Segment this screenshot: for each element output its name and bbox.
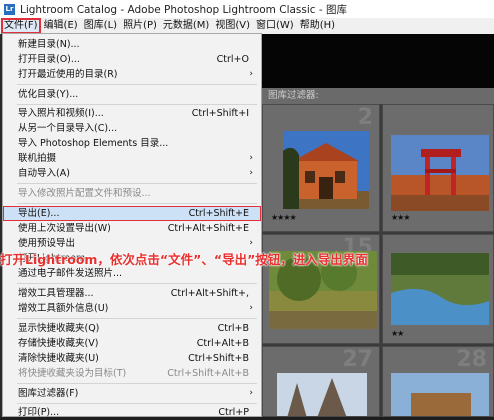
thumbnail-index: 28 xyxy=(456,347,487,372)
title-bar: Lr Lightroom Catalog - Adobe Photoshop L… xyxy=(0,0,494,18)
window-title: Lightroom Catalog - Adobe Photoshop Ligh… xyxy=(20,3,348,16)
module-header-panel xyxy=(262,34,494,88)
menu-item-import-profiles: 导入修改照片配置文件和预设... xyxy=(18,188,151,199)
menu-item-save-quick-collection[interactable]: 存储快捷收藏夹(V) Ctrl+Alt+B xyxy=(3,336,261,351)
thumbnail-photo[interactable] xyxy=(391,135,489,211)
menu-item-print[interactable]: 打印(P)... Ctrl+P xyxy=(3,405,261,420)
menu-photo[interactable]: 照片(P) xyxy=(120,18,160,34)
menu-separator xyxy=(17,318,257,319)
submenu-arrow-icon: › xyxy=(249,153,253,163)
thumbnail-index: 2 xyxy=(357,105,373,130)
star-rating: ★★ xyxy=(391,329,404,338)
menu-item-library-filters[interactable]: 图库过滤器(F) › xyxy=(3,386,261,401)
menu-separator xyxy=(17,383,257,384)
menu-item-open-catalog[interactable]: 打开目录(O)... Ctrl+O xyxy=(3,52,261,67)
thumbnail-cell[interactable]: ★★ xyxy=(382,234,494,344)
menu-item-clear-quick-collection[interactable]: 清除快捷收藏夹(U) Ctrl+Shift+B xyxy=(3,351,261,366)
menu-metadata[interactable]: 元数据(M) xyxy=(160,18,212,34)
thumbnail-cell[interactable]: 2 ★★★★ xyxy=(262,104,380,232)
thumbnail-cell[interactable]: 28 xyxy=(382,346,494,417)
menu-item-import-elements[interactable]: 导入 Photoshop Elements 目录... xyxy=(3,136,261,151)
menu-item-email-photos[interactable]: 通过电子邮件发送照片... xyxy=(3,266,261,281)
menu-file[interactable]: 文件(F) xyxy=(1,18,41,34)
menu-separator xyxy=(17,84,257,85)
thumbnail-photo[interactable] xyxy=(277,373,367,417)
menu-separator xyxy=(17,203,257,204)
menu-item-export[interactable]: 导出(E)... Ctrl+Shift+E xyxy=(3,206,261,221)
menu-item-set-target-collection: 将快捷收藏夹设为目标(T) Ctrl+Shift+Alt+B xyxy=(18,368,249,379)
menu-item-auto-import[interactable]: 自动导入(A) › xyxy=(3,166,261,181)
submenu-arrow-icon: › xyxy=(249,168,253,178)
menu-edit[interactable]: 编辑(E) xyxy=(41,18,81,34)
menu-library[interactable]: 图库(L) xyxy=(81,18,120,34)
thumbnail-cell[interactable]: ★★★ xyxy=(382,104,494,232)
menu-separator xyxy=(17,104,257,105)
menu-item-import-photos[interactable]: 导入照片和视频(I)... Ctrl+Shift+I xyxy=(3,106,261,121)
file-menu-dropdown: 新建目录(N)... 打开目录(O)... Ctrl+O 打开最近使用的目录(R)… xyxy=(2,33,262,420)
menu-item-optimize-catalog[interactable]: 优化目录(Y)... xyxy=(3,87,261,102)
submenu-arrow-icon: › xyxy=(249,388,253,398)
thumbnail-index: 27 xyxy=(342,347,373,372)
star-rating: ★★★ xyxy=(391,213,410,222)
library-filter-bar[interactable]: 图库过滤器: xyxy=(262,88,494,104)
library-filter-label: 图库过滤器: xyxy=(268,90,319,101)
menu-separator xyxy=(17,183,257,184)
lightroom-app-icon: Lr xyxy=(4,3,15,15)
menu-separator xyxy=(17,403,257,404)
menu-item-show-quick-collection[interactable]: 显示快捷收藏夹(Q) Ctrl+B xyxy=(3,321,261,336)
menu-item-plugin-extras[interactable]: 增效工具额外信息(U) › xyxy=(3,301,261,316)
menu-item-export-previous[interactable]: 使用上次设置导出(W) Ctrl+Alt+Shift+E xyxy=(3,221,261,236)
thumbnail-photo[interactable] xyxy=(391,373,489,417)
menu-separator xyxy=(17,283,257,284)
menu-window[interactable]: 窗口(W) xyxy=(253,18,297,34)
submenu-arrow-icon: › xyxy=(249,303,253,313)
menu-item-new-catalog[interactable]: 新建目录(N)... xyxy=(3,37,261,52)
menu-bar: 文件(F) 编辑(E) 图库(L) 照片(P) 元数据(M) 视图(V) 窗口(… xyxy=(0,18,494,34)
thumbnail-photo[interactable] xyxy=(391,253,489,325)
menu-item-plugin-manager[interactable]: 增效工具管理器... Ctrl+Alt+Shift+, xyxy=(3,286,261,301)
menu-help[interactable]: 帮助(H) xyxy=(297,18,338,34)
star-rating: ★★★★ xyxy=(271,213,297,222)
thumbnail-cell[interactable]: 27 xyxy=(262,346,380,417)
menu-view[interactable]: 视图(V) xyxy=(212,18,253,34)
menu-item-tethered-capture[interactable]: 联机拍摄 › xyxy=(3,151,261,166)
thumbnail-photo[interactable] xyxy=(283,131,369,209)
menu-item-open-recent[interactable]: 打开最近使用的目录(R) › xyxy=(3,67,261,82)
submenu-arrow-icon: › xyxy=(249,69,253,79)
menu-item-import-from-catalog[interactable]: 从另一个目录导入(C)... xyxy=(3,121,261,136)
instruction-annotation: 打开Lightroom，依次点击“文件”、“导出”按钮，进入导出界面 xyxy=(0,252,368,267)
